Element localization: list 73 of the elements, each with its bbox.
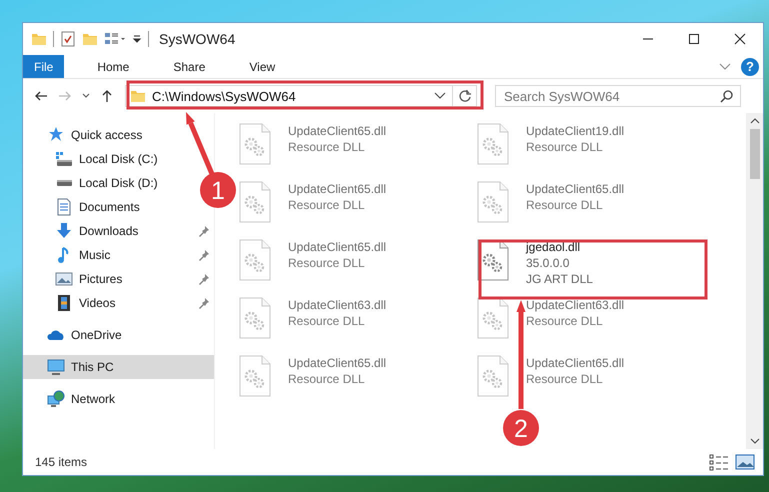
star-icon	[47, 126, 65, 144]
network-icon	[47, 390, 65, 408]
file-detail: Resource DLL	[288, 255, 366, 271]
dll-file-icon[interactable]	[477, 297, 509, 339]
file-name[interactable]: UpdateClient65.dll	[288, 123, 386, 139]
sidebar-item[interactable]: Network	[23, 387, 120, 411]
file-name[interactable]: UpdateClient63.dll	[526, 297, 624, 313]
step-badge: 2	[503, 410, 539, 446]
ribbon-tab[interactable]: View	[234, 55, 290, 78]
pin-icon[interactable]	[198, 249, 210, 261]
pictures-icon	[55, 270, 73, 288]
videos-icon	[55, 294, 73, 312]
file-detail: Resource DLL	[288, 371, 366, 387]
file-detail: Resource DLL	[288, 139, 366, 155]
ribbon-tab[interactable]: File	[23, 55, 64, 78]
item-count: 145 items	[35, 455, 88, 469]
file-detail: Resource DLL	[526, 197, 604, 213]
sidebar-item[interactable]: OneDrive	[23, 323, 126, 347]
sidebar-item[interactable]: Downloads	[23, 219, 142, 243]
sidebar-item[interactable]: Quick access	[23, 123, 146, 147]
search-field[interactable]: Search SysWOW64	[495, 85, 741, 107]
help-button[interactable]: ?	[741, 58, 759, 76]
close-icon	[734, 33, 746, 45]
layout-icon[interactable]	[104, 31, 126, 47]
drive-icon	[55, 179, 73, 187]
documents-icon	[55, 198, 73, 216]
ribbon-tab[interactable]: Home	[82, 55, 144, 78]
ribbon-tab[interactable]: Share	[158, 55, 220, 78]
sidebar-item[interactable]: Documents	[23, 195, 144, 219]
pin-icon[interactable]	[198, 225, 210, 237]
file-name[interactable]: UpdateClient65.dll	[288, 181, 386, 197]
pin-icon[interactable]	[198, 297, 210, 309]
sidebar-item[interactable]: Pictures	[23, 267, 126, 291]
step-badge: 1	[200, 172, 236, 208]
large-icons-view-icon[interactable]	[735, 453, 755, 471]
file-name[interactable]: UpdateClient65.dll	[288, 355, 386, 371]
sidebar-item[interactable]: Videos	[23, 291, 120, 315]
scroll-down-icon[interactable]	[750, 437, 760, 445]
file-detail: Resource DLL	[288, 313, 366, 329]
downloads-icon	[55, 222, 73, 240]
history-caret-icon[interactable]	[434, 92, 446, 100]
file-detail: Resource DLL	[288, 197, 366, 213]
file-name[interactable]: jgedaol.dll	[526, 239, 593, 255]
pin-icon[interactable]	[198, 273, 210, 285]
address-bar[interactable]: C:\Windows\SysWOW64	[125, 85, 477, 107]
details-view-icon[interactable]	[709, 453, 729, 471]
file-name[interactable]: UpdateClient63.dll	[288, 297, 386, 313]
file-name[interactable]: UpdateClient19.dll	[526, 123, 624, 139]
folder-icon	[130, 88, 146, 104]
file-detail: 35.0.0.0	[526, 255, 570, 271]
scrollbar-thumb[interactable]	[750, 129, 760, 179]
file-detail: Resource DLL	[526, 139, 604, 155]
file-name[interactable]: UpdateClient65.dll	[288, 239, 386, 255]
expand-ribbon-icon[interactable]	[719, 62, 731, 70]
sidebar-item[interactable]: Local Disk (D:)	[23, 171, 162, 195]
file-detail: JG ART DLL	[526, 271, 593, 287]
file-detail: Resource DLL	[526, 371, 604, 387]
pc-icon	[47, 358, 65, 376]
file-detail: Resource DLL	[526, 313, 604, 329]
annotation-arrow	[186, 112, 214, 175]
window-title: SysWOW64	[159, 31, 236, 47]
sidebar-item[interactable]: This PC	[23, 355, 214, 379]
sidebar-item[interactable]: Music	[23, 243, 114, 267]
maximize-icon	[688, 33, 700, 45]
properties-icon[interactable]	[60, 31, 76, 47]
search-icon[interactable]	[720, 89, 734, 103]
file-name[interactable]: UpdateClient65.dll	[526, 355, 624, 371]
vertical-scrollbar[interactable]	[746, 113, 763, 449]
drive-c-icon	[55, 151, 73, 167]
file-name[interactable]: UpdateClient65.dll	[526, 181, 624, 197]
scroll-up-icon[interactable]	[750, 117, 760, 125]
refresh-icon	[458, 89, 472, 103]
sidebar-item[interactable]: Local Disk (C:)	[23, 147, 162, 171]
